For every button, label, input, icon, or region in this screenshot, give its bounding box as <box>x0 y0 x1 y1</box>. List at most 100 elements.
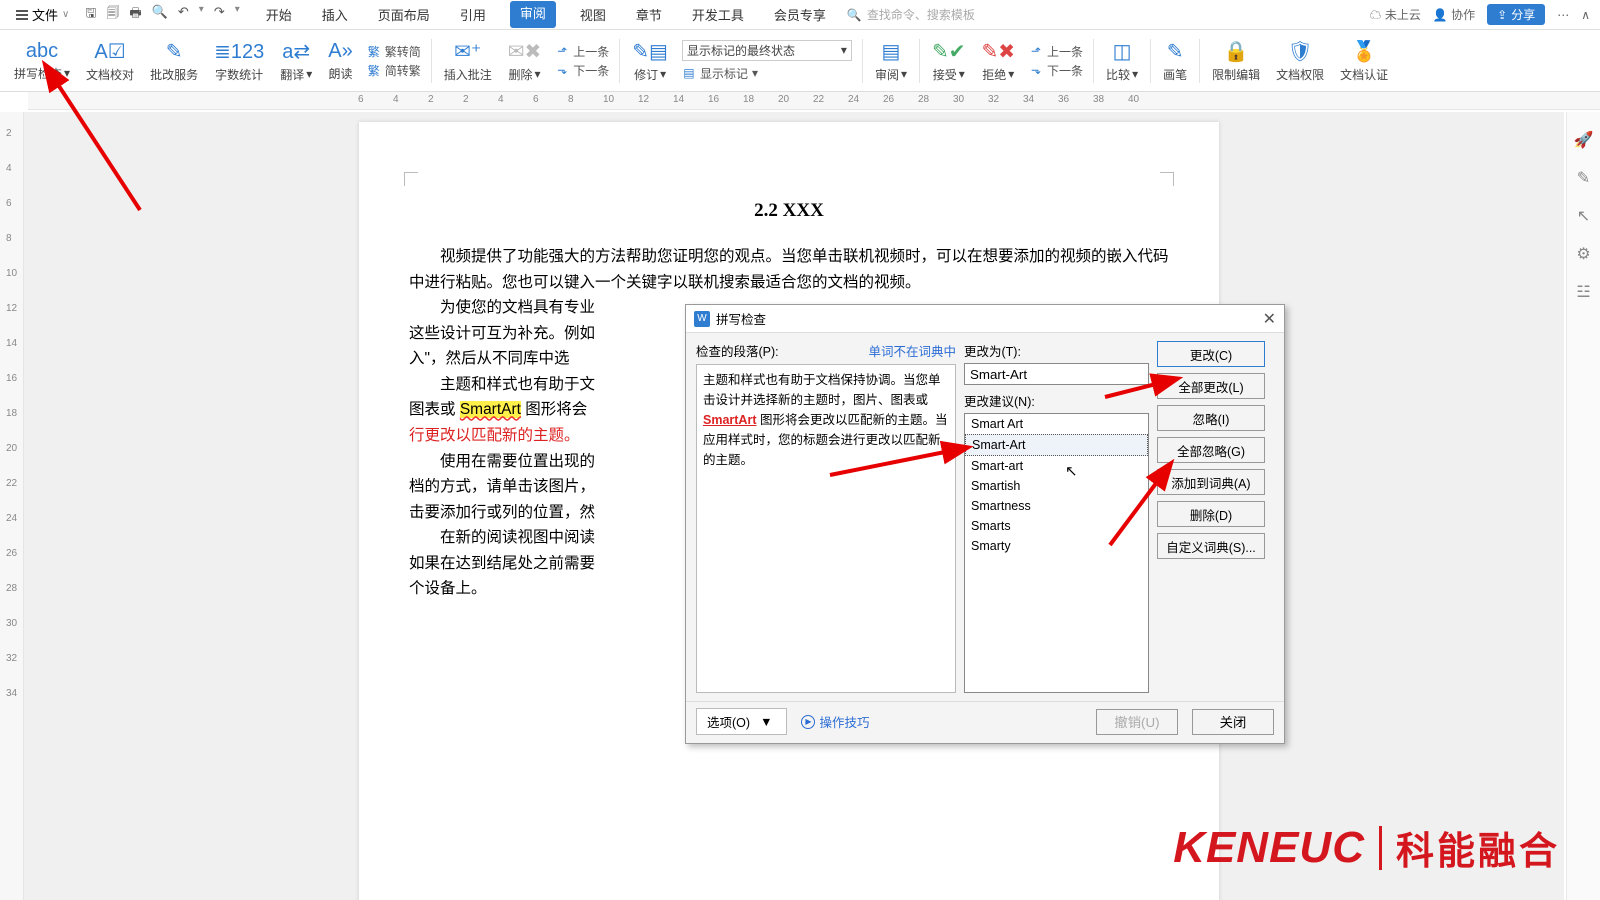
readaloud-button[interactable]: A»朗读 <box>320 30 360 91</box>
spellcheck-highlight[interactable]: SmartArt <box>460 401 521 418</box>
quick-access-toolbar: 🖫 🗐 🖶 🔍 ↶ ▾ ↷ ▾ <box>85 4 239 26</box>
show-markup-button[interactable]: ▤显示标记▾ <box>682 65 852 82</box>
ribbon-tab[interactable]: 视图 <box>574 1 612 28</box>
suggestion-item[interactable]: Smartness <box>965 496 1148 516</box>
ribbon-tab[interactable]: 开始 <box>260 1 298 28</box>
ruler-tick: 38 <box>1093 94 1104 105</box>
collapse-ribbon-icon[interactable]: ∧ <box>1581 8 1590 22</box>
ruler-tick: 32 <box>988 94 999 105</box>
proof-icon: A☑ <box>94 39 125 64</box>
saveas-icon[interactable]: 🗐 <box>106 4 119 26</box>
close-button[interactable]: 关闭 <box>1192 709 1274 735</box>
select-icon[interactable]: ↖ <box>1577 206 1590 226</box>
close-icon[interactable]: ✕ <box>1263 309 1276 329</box>
coop-button[interactable]: 👤 协作 <box>1433 6 1475 23</box>
ribbon-tab[interactable]: 引用 <box>454 1 492 28</box>
paragraph-box[interactable]: 主题和样式也有助于文档保持协调。当您单击设计并选择新的主题时，图片、图表或 Sm… <box>696 364 956 693</box>
suggestion-item[interactable]: Smart-art <box>965 456 1148 476</box>
doc-perm-button[interactable]: 🛡文档权限 <box>1268 30 1332 91</box>
suggestion-item[interactable]: Smart-Art <box>965 434 1148 456</box>
track-icon: ✎▤ <box>632 39 668 64</box>
settings-icon[interactable]: ⚙ <box>1576 244 1590 264</box>
prev-change-button[interactable]: ⬏上一条 <box>1029 43 1083 60</box>
ruler-tick: 4 <box>6 163 12 174</box>
ruler-tick: 22 <box>6 478 17 489</box>
next-comment-button[interactable]: ⬎下一条 <box>555 62 609 79</box>
spellcheck-button[interactable]: abc拼写检查▾ <box>6 30 78 91</box>
paragraph-label: 检查的段落(P): <box>696 341 779 360</box>
doc-cert-button[interactable]: 🏅文档认证 <box>1332 30 1396 91</box>
not-in-dict-link[interactable]: 单词不在词典中 <box>868 341 956 360</box>
search-placeholder: 查找命令、搜索模板 <box>867 6 975 23</box>
preview-icon[interactable]: 🔍 <box>152 4 168 26</box>
share-button[interactable]: ⇪ 分享 <box>1487 4 1545 25</box>
delete-comment-button[interactable]: ✉✖删除▾ <box>500 30 550 91</box>
cloud-status[interactable]: ☁ 未上云 <box>1369 6 1420 23</box>
horizontal-ruler[interactable]: 642246810121416182022242628303234363840 <box>28 92 1600 110</box>
margin-corner <box>404 172 418 186</box>
tool-icon[interactable]: ✎ <box>1577 168 1590 188</box>
save-icon[interactable]: 🖫 <box>85 4 96 26</box>
trad2simp-button[interactable]: 繁繁转简 <box>367 43 421 60</box>
review-pane-button[interactable]: ▤审阅▾ <box>867 30 915 91</box>
compare-button[interactable]: ◫比较▾ <box>1098 30 1146 91</box>
tool-icon[interactable]: ☳ <box>1576 282 1590 302</box>
ignore-button[interactable]: 忽略(I) <box>1157 405 1265 431</box>
restrict-edit-button[interactable]: 🔒限制编辑 <box>1204 30 1268 91</box>
suggestion-item[interactable]: Smart Art <box>965 414 1148 434</box>
more-icon[interactable]: ⋯ <box>1557 8 1569 22</box>
wordcount-button[interactable]: ≣123字数统计 <box>206 30 272 91</box>
chevron-down-icon[interactable]: ▾ <box>235 4 240 26</box>
ruler-tick: 40 <box>1128 94 1139 105</box>
ruler-tick: 12 <box>638 94 649 105</box>
command-search[interactable]: 🔍 查找命令、搜索模板 <box>847 6 975 23</box>
ribbon-tab[interactable]: 会员专享 <box>768 1 832 28</box>
new-comment-button[interactable]: ✉⁺插入批注 <box>436 30 500 91</box>
simp2trad-button[interactable]: 繁简转繁 <box>367 62 421 79</box>
change-to-label: 更改为(T): <box>964 341 1149 360</box>
dialog-titlebar[interactable]: W 拼写检查 ✕ <box>686 305 1284 333</box>
prev-icon: ⬏ <box>555 44 569 58</box>
undo-icon[interactable]: ↶ <box>178 4 189 26</box>
chevron-down-icon[interactable]: ▾ <box>199 4 204 26</box>
options-button[interactable]: 选项(O)▼ <box>696 708 787 735</box>
delete-button[interactable]: 删除(D) <box>1157 501 1265 527</box>
review-icon: ▤ <box>882 39 901 64</box>
batch-button[interactable]: ✎批改服务 <box>142 30 206 91</box>
ribbon-tab[interactable]: 开发工具 <box>686 1 750 28</box>
ribbon-tab[interactable]: 审阅 <box>510 1 556 28</box>
vertical-ruler[interactable]: 246810121416182022242628303234 <box>0 112 24 900</box>
translate-button[interactable]: a⇄翻译▾ <box>272 30 320 91</box>
markup-display-select[interactable]: 显示标记的最终状态▾ <box>682 40 852 61</box>
suggestion-item[interactable]: Smarts <box>965 516 1148 536</box>
accept-button[interactable]: ✎✔接受▾ <box>924 30 974 91</box>
suggestions-list[interactable]: Smart ArtSmart-ArtSmart-artSmartishSmart… <box>964 413 1149 693</box>
ink-button[interactable]: ✎画笔 <box>1155 30 1195 91</box>
change-to-input[interactable] <box>964 363 1149 385</box>
tool-icon[interactable]: 🚀 <box>1574 130 1594 150</box>
reject-button[interactable]: ✎✖拒绝▾ <box>974 30 1024 91</box>
next-change-button[interactable]: ⬎下一条 <box>1029 62 1083 79</box>
suggestion-item[interactable]: Smarty <box>965 536 1148 556</box>
suggestion-item[interactable]: Smartish <box>965 476 1148 496</box>
track-changes-button[interactable]: ✎▤修订▾ <box>624 30 676 91</box>
custom-dict-button[interactable]: 自定义词典(S)... <box>1157 533 1265 559</box>
tips-link[interactable]: ▶操作技巧 <box>801 712 869 731</box>
prev-comment-button[interactable]: ⬏上一条 <box>555 43 609 60</box>
batch-icon: ✎ <box>166 39 183 64</box>
redo-icon[interactable]: ↷ <box>214 4 225 26</box>
file-menu[interactable]: 文件 ∨ <box>10 3 75 26</box>
proofread-button[interactable]: A☑文档校对 <box>78 30 142 91</box>
doc-heading: 2.2 XXX <box>409 200 1169 222</box>
print-icon[interactable]: 🖶 <box>129 4 141 26</box>
change-all-button[interactable]: 全部更改(L) <box>1157 373 1265 399</box>
ruler-tick: 6 <box>6 198 12 209</box>
ruler-tick: 2 <box>6 128 12 139</box>
ribbon-tab[interactable]: 页面布局 <box>372 1 436 28</box>
count-icon: ≣123 <box>214 39 264 64</box>
change-button[interactable]: 更改(C) <box>1157 341 1265 367</box>
ignore-all-button[interactable]: 全部忽略(G) <box>1157 437 1265 463</box>
ribbon-tab[interactable]: 章节 <box>630 1 668 28</box>
ribbon-tab[interactable]: 插入 <box>316 1 354 28</box>
add-to-dict-button[interactable]: 添加到词典(A) <box>1157 469 1265 495</box>
